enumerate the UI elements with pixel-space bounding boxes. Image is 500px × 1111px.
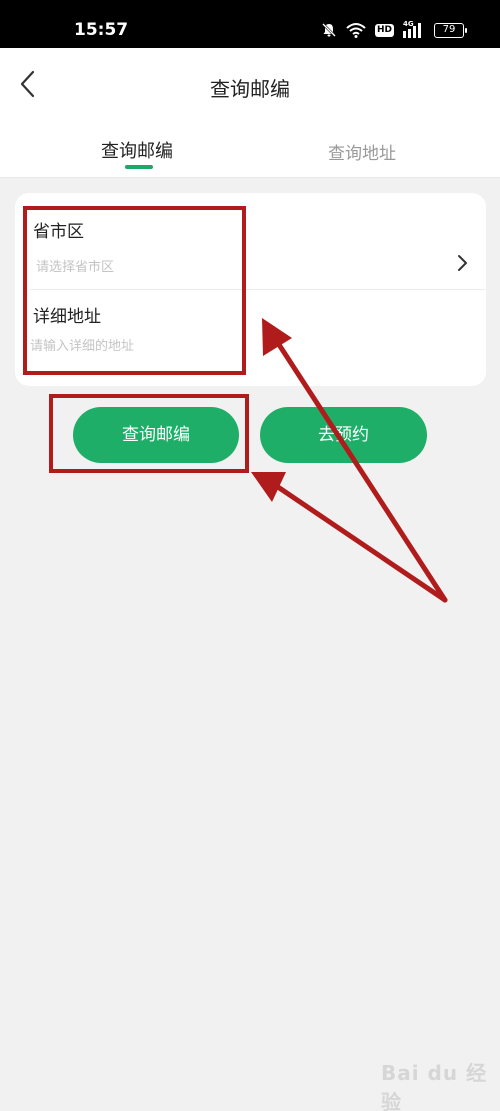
battery-level: 79	[442, 23, 456, 35]
status-bar: 15:57 HD 4G 79	[0, 0, 500, 48]
address-form-card: 省市区 请选择省市区 详细地址 请输入详细的地址	[15, 193, 486, 386]
tab-query-address[interactable]: 查询地址	[328, 139, 396, 164]
status-time: 15:57	[74, 20, 129, 40]
mute-icon	[322, 23, 336, 37]
page-title: 查询邮编	[210, 77, 290, 101]
detail-placeholder: 请输入详细的地址	[30, 339, 135, 354]
query-postcode-button[interactable]: 查询邮编	[73, 407, 239, 463]
watermark: Bai du 经验	[381, 1061, 488, 1111]
detail-address-input[interactable]: 详细地址 请输入详细的地址	[15, 290, 486, 386]
header: 查询邮编 查询邮编 查询地址	[0, 48, 500, 178]
tab-query-postcode[interactable]: 查询邮编	[101, 137, 173, 163]
status-icons: HD 4G 79	[321, 20, 467, 40]
tab-indicator	[125, 165, 153, 169]
chevron-right-icon	[458, 255, 467, 271]
battery-icon: 79	[434, 22, 467, 38]
annotation-arrowhead-button	[251, 472, 286, 502]
region-placeholder: 请选择省市区	[36, 260, 115, 275]
wifi-icon	[346, 23, 366, 38]
signal-icon: 4G	[403, 20, 425, 38]
region-label: 省市区	[33, 222, 84, 242]
hd-icon: HD	[374, 23, 394, 37]
detail-label: 详细地址	[33, 307, 101, 327]
annotation-arrow-button	[272, 482, 448, 603]
book-button[interactable]: 去预约	[260, 407, 427, 463]
region-selector[interactable]: 省市区 请选择省市区	[15, 193, 486, 289]
